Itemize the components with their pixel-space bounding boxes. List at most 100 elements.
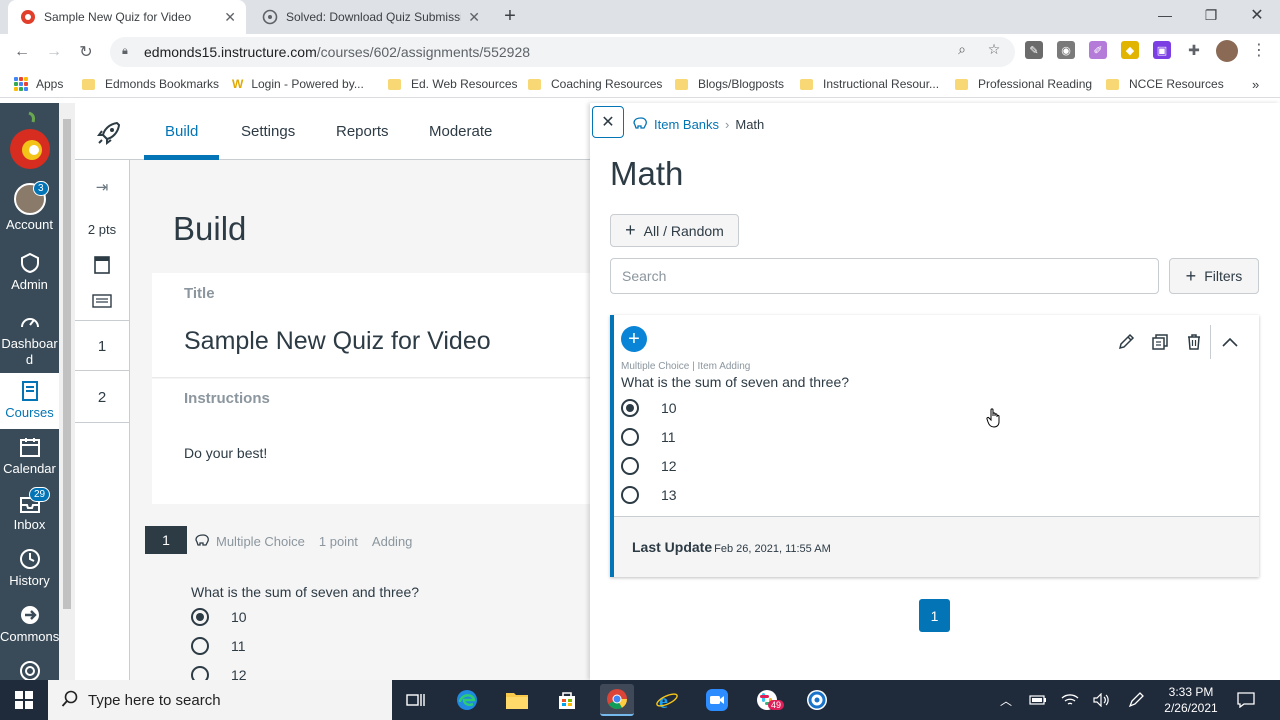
instructions-block-icon[interactable] bbox=[75, 294, 129, 311]
address-bar[interactable]: 🔒︎ edmonds15.instructure.com/courses/602… bbox=[110, 37, 1015, 67]
radio-selected-icon[interactable] bbox=[621, 399, 639, 417]
nav-label: Admin bbox=[11, 277, 48, 292]
radio-icon[interactable] bbox=[621, 457, 639, 475]
tab-settings[interactable]: Settings bbox=[241, 123, 295, 140]
extension-icon[interactable]: ◆ bbox=[1121, 41, 1139, 59]
nav-scrollbar[interactable] bbox=[59, 103, 75, 680]
profile-avatar[interactable] bbox=[1216, 40, 1238, 62]
zoom-app-icon[interactable] bbox=[700, 684, 734, 716]
taskbar-search-input[interactable]: Type here to search bbox=[48, 680, 392, 720]
nav-commons[interactable]: Commons bbox=[0, 603, 59, 644]
pagination-page-1[interactable]: 1 bbox=[919, 599, 950, 632]
nav-dashboard[interactable]: Dashboar d bbox=[0, 310, 59, 368]
bookmark-folder[interactable]: Coaching Resources bbox=[528, 76, 662, 92]
battery-icon[interactable] bbox=[1028, 690, 1048, 710]
extension-icon[interactable]: ✐ bbox=[1089, 41, 1107, 59]
chrome-icon[interactable] bbox=[600, 684, 634, 716]
bank-item-card[interactable]: + Multiple Choice | Item Adding What is … bbox=[610, 315, 1259, 577]
puzzle-icon[interactable]: ✚ bbox=[1185, 41, 1203, 59]
radio-icon[interactable] bbox=[621, 486, 639, 504]
wifi-icon[interactable] bbox=[1060, 690, 1080, 710]
collapse-sidebar-icon[interactable]: ⇥ bbox=[75, 178, 129, 196]
browser-tab-quiz[interactable]: Sample New Quiz for Video ✕ bbox=[8, 0, 246, 34]
edit-pencil-icon[interactable] bbox=[1115, 331, 1137, 353]
breadcrumb-item-banks[interactable]: Item Banks bbox=[654, 117, 719, 132]
restore-button[interactable]: ❐ bbox=[1188, 0, 1234, 30]
nav-calendar[interactable]: Calendar bbox=[0, 435, 59, 476]
answer-option[interactable]: 10 bbox=[191, 608, 247, 626]
back-arrow-icon[interactable]: ← bbox=[10, 40, 34, 64]
scrollbar-thumb[interactable] bbox=[63, 119, 71, 609]
answer-option[interactable]: 12 bbox=[621, 457, 677, 475]
answer-option[interactable]: 11 bbox=[191, 637, 246, 655]
canvas-logo[interactable] bbox=[0, 109, 59, 176]
nav-admin[interactable]: Admin bbox=[0, 251, 59, 292]
extension-icon[interactable]: ◉ bbox=[1057, 41, 1075, 59]
close-tray-button[interactable]: ✕ bbox=[592, 106, 624, 138]
answer-option[interactable]: 13 bbox=[621, 486, 677, 504]
bookmark-folder[interactable]: Blogs/Blogposts bbox=[675, 76, 784, 92]
close-window-button[interactable]: ✕ bbox=[1234, 0, 1280, 30]
chevron-up-icon[interactable]: ︿ bbox=[996, 690, 1016, 710]
extension-icon[interactable]: ✎ bbox=[1025, 41, 1043, 59]
radio-icon[interactable] bbox=[621, 428, 639, 446]
rocket-icon[interactable] bbox=[95, 119, 123, 147]
taskbar-clock[interactable]: 3:33 PM 2/26/2021 bbox=[1156, 684, 1226, 716]
pen-icon[interactable] bbox=[1126, 690, 1146, 710]
bookmark-folder[interactable]: NCCE Resources bbox=[1106, 76, 1224, 92]
copy-icon[interactable] bbox=[1149, 331, 1171, 353]
filters-button[interactable]: + Filters bbox=[1169, 258, 1259, 294]
minimize-button[interactable]: — bbox=[1142, 0, 1188, 30]
bookmark-folder[interactable]: Ed. Web Resources bbox=[388, 76, 518, 92]
zoom-icon[interactable]: ⌕ bbox=[952, 39, 972, 59]
forward-arrow-icon[interactable]: → bbox=[42, 40, 66, 64]
bookmark-folder[interactable]: Edmonds Bookmarks bbox=[82, 76, 219, 92]
tab-build[interactable]: Build bbox=[165, 123, 198, 140]
menu-dots-icon[interactable]: ⋮ bbox=[1250, 41, 1268, 59]
question-nav-2[interactable]: 2 bbox=[75, 389, 129, 406]
trash-icon[interactable] bbox=[1183, 331, 1205, 353]
close-tab-icon[interactable]: ✕ bbox=[224, 9, 236, 26]
bookmark-link[interactable]: W Login - Powered by... bbox=[232, 76, 364, 92]
search-input[interactable]: Search bbox=[610, 258, 1159, 294]
bookmark-apps[interactable]: Apps bbox=[14, 76, 63, 92]
inbox-badge: 29 bbox=[29, 487, 51, 502]
instructions-card[interactable]: Instructions Do your best! bbox=[152, 379, 590, 504]
bookmark-folder[interactable]: Instructional Resour... bbox=[800, 76, 939, 92]
chevron-up-icon[interactable] bbox=[1219, 331, 1241, 353]
nav-account[interactable]: Account 3 bbox=[0, 181, 59, 232]
question-nav-1[interactable]: 1 bbox=[75, 338, 129, 355]
answer-option[interactable]: 10 bbox=[621, 399, 677, 417]
nav-courses[interactable]: Courses bbox=[0, 373, 59, 429]
radio-icon[interactable] bbox=[191, 637, 209, 655]
question-card[interactable]: 1 Multiple Choice 1 point Adding What is… bbox=[145, 520, 590, 690]
title-block-icon[interactable] bbox=[75, 256, 129, 277]
nav-history[interactable]: History bbox=[0, 547, 59, 588]
task-view-icon[interactable] bbox=[399, 684, 433, 716]
reload-icon[interactable]: ↻ bbox=[74, 40, 98, 64]
windows-start-icon[interactable] bbox=[0, 680, 48, 720]
bookmark-folder[interactable]: Professional Reading bbox=[955, 76, 1092, 92]
screencast-icon[interactable] bbox=[800, 684, 834, 716]
all-random-button[interactable]: + All / Random bbox=[610, 214, 739, 247]
extension-icon[interactable]: ▣ bbox=[1153, 41, 1171, 59]
file-explorer-icon[interactable] bbox=[500, 684, 534, 716]
add-item-button[interactable]: + bbox=[621, 326, 647, 352]
quiz-title-card[interactable]: Title Sample New Quiz for Video bbox=[152, 273, 590, 378]
bookmarks-overflow-icon[interactable]: » bbox=[1252, 76, 1259, 92]
tab-reports[interactable]: Reports bbox=[336, 123, 389, 140]
bookmark-star-icon[interactable]: ☆ bbox=[984, 39, 1004, 59]
slack-icon[interactable]: 49 bbox=[750, 684, 785, 716]
nav-inbox[interactable]: Inbox 29 bbox=[0, 487, 59, 532]
new-tab-button[interactable]: + bbox=[498, 4, 522, 28]
volume-icon[interactable] bbox=[1092, 690, 1112, 710]
tab-moderate[interactable]: Moderate bbox=[429, 123, 492, 140]
close-tab-icon[interactable]: ✕ bbox=[468, 9, 480, 26]
answer-option[interactable]: 11 bbox=[621, 428, 676, 446]
internet-explorer-icon[interactable]: e bbox=[650, 684, 684, 716]
store-icon[interactable] bbox=[550, 684, 584, 716]
browser-tab-solved[interactable]: Solved: Download Quiz Submissi ✕ bbox=[250, 0, 490, 34]
radio-selected-icon[interactable] bbox=[191, 608, 209, 626]
notifications-icon[interactable] bbox=[1236, 690, 1256, 710]
edge-icon[interactable] bbox=[450, 684, 484, 716]
